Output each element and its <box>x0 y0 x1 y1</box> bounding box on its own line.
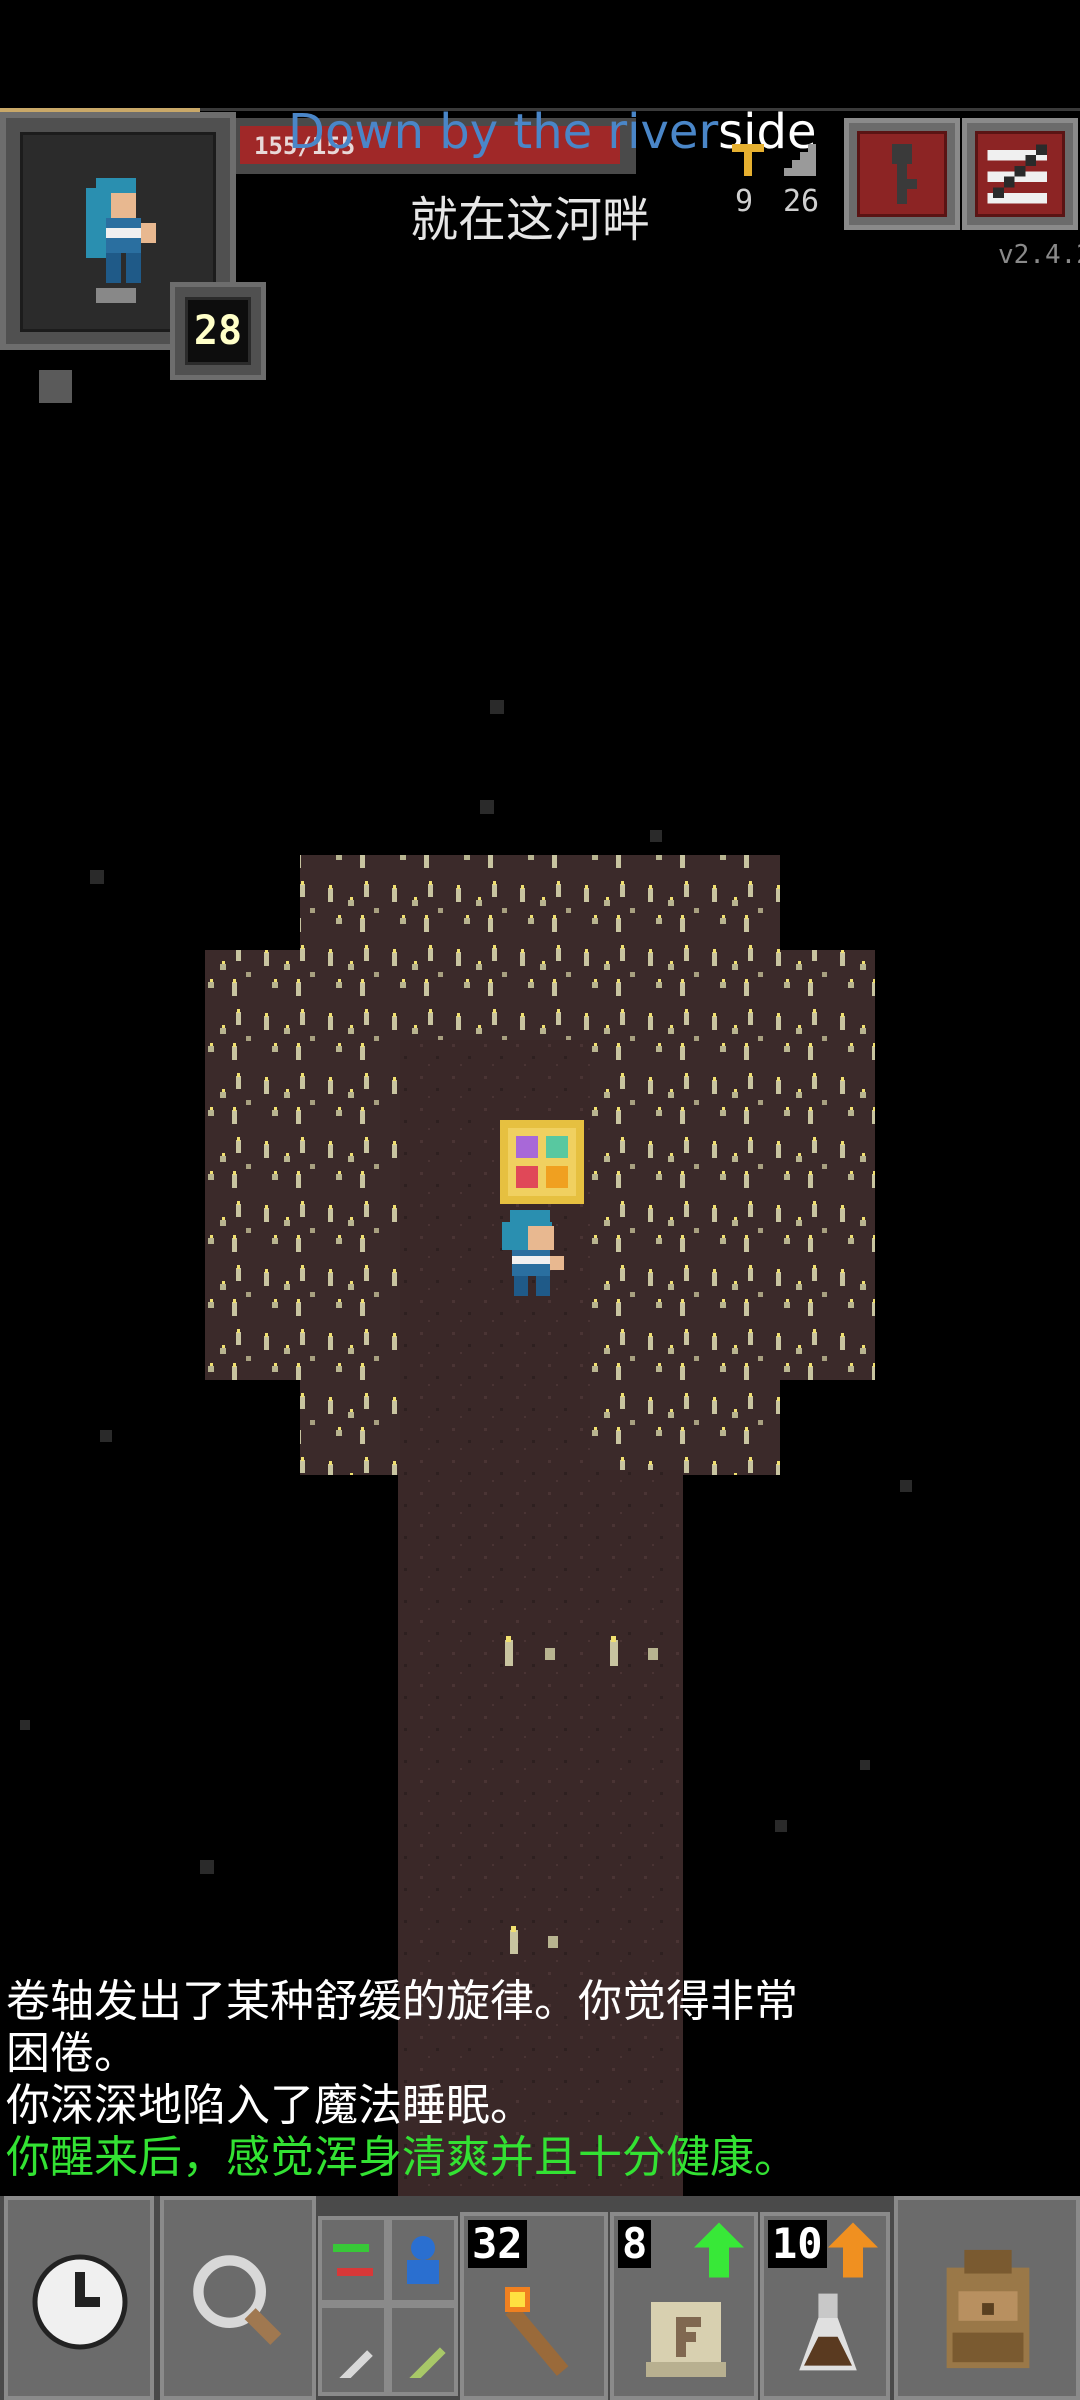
level-value: 28 <box>185 297 251 365</box>
backpack-icon <box>946 2249 1030 2369</box>
staff-icon <box>403 2347 446 2378</box>
grass-patch <box>300 855 780 955</box>
log-line: 卷轴发出了某种舒缓的旋律。你觉得非常 <box>6 1976 798 2027</box>
journal-button[interactable] <box>844 118 960 230</box>
swap-icon <box>333 2244 373 2276</box>
menu-icon <box>987 144 1047 204</box>
stairs-icon <box>784 144 816 176</box>
upgrade-arrow-icon <box>694 2222 744 2278</box>
dungeon-map[interactable] <box>0 430 1080 2200</box>
wait-button[interactable] <box>4 2196 154 2400</box>
log-line: 你深深地陷入了魔法睡眠。 <box>6 2080 534 2131</box>
journal-button-face <box>857 131 947 217</box>
quickslot-torch[interactable]: 32 <box>460 2212 608 2400</box>
menu-button[interactable] <box>962 118 1078 230</box>
menu-button-face <box>975 131 1065 217</box>
song-title-translation: 就在这河畔 <box>410 192 651 248</box>
ally-button[interactable] <box>388 2216 458 2304</box>
ally-icon <box>407 2236 439 2284</box>
hero-portrait-icon <box>86 178 156 303</box>
potion-icon <box>799 2293 857 2371</box>
slot-count: 10 <box>768 2220 827 2268</box>
keys-count: 9 <box>735 184 754 219</box>
toolbar: 32 8 10 <box>0 2196 1080 2400</box>
soul-orb-item[interactable] <box>500 1120 584 1204</box>
search-button[interactable] <box>160 2196 316 2400</box>
quickslot-potion[interactable]: 10 <box>760 2212 890 2400</box>
depth-count: 26 <box>783 184 820 219</box>
quickslot-staff[interactable] <box>388 2304 458 2396</box>
search-icon <box>193 2255 282 2345</box>
key-icon <box>732 144 764 176</box>
swap-quickslot-button[interactable] <box>318 2216 388 2304</box>
slot-count: 32 <box>468 2220 527 2268</box>
song-title-highlight: Down by the river <box>288 104 719 160</box>
wait-icon <box>32 2254 128 2350</box>
torch-icon <box>505 2287 569 2376</box>
journal-icon <box>892 144 917 204</box>
level-badge: 28 <box>170 282 266 380</box>
log-line: 困倦。 <box>6 2028 138 2079</box>
busy-indicator-icon <box>39 370 72 403</box>
message-log: 卷轴发出了某种舒缓的旋律。你觉得非常 困倦。 你深深地陷入了魔法睡眠。 你醒来后… <box>6 1976 1006 2184</box>
log-line-positive: 你醒来后，感觉浑身清爽并且十分健康。 <box>6 2132 798 2183</box>
quickslot-scroll[interactable]: 8 <box>610 2212 758 2400</box>
backpack-button[interactable] <box>894 2196 1080 2400</box>
scroll-icon <box>646 2302 726 2377</box>
upgrade-arrow-icon <box>828 2222 878 2278</box>
slot-count: 8 <box>618 2220 652 2268</box>
quickslot-wand[interactable] <box>318 2304 388 2396</box>
version-label: v2.4.2 <box>998 240 1080 270</box>
wand-icon <box>336 2350 373 2378</box>
